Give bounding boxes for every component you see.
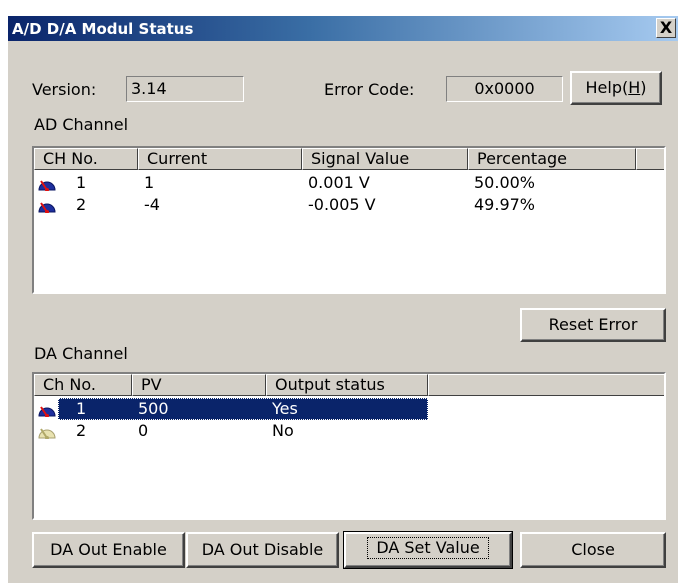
active-channel-icon xyxy=(38,180,56,191)
modul-status-dialog: A/D D/A Modul Status X Version: 3.14 Err… xyxy=(8,16,678,583)
ad-row-2-signal: -0.005 V xyxy=(308,195,376,214)
ad-col-ch-no[interactable]: CH No. xyxy=(34,148,138,170)
da-row-1-ch: 1 xyxy=(76,399,87,418)
da-row-2-pv: 0 xyxy=(138,421,149,440)
error-code-label: Error Code: xyxy=(324,80,415,99)
help-button[interactable]: Help(H) xyxy=(570,71,662,105)
da-row-1-pv: 500 xyxy=(138,399,169,418)
active-channel-icon xyxy=(38,406,56,417)
error-code-field: 0x0000 xyxy=(446,76,563,102)
ad-row-1[interactable]: 1 1 0.001 V 50.00% xyxy=(34,172,664,194)
da-set-value-button[interactable]: DA Set Value xyxy=(343,531,513,569)
help-prefix: Help( xyxy=(585,78,629,97)
ad-col-current[interactable]: Current xyxy=(138,148,302,170)
help-accel: H xyxy=(628,78,641,97)
reset-error-button[interactable]: Reset Error xyxy=(520,308,666,342)
da-out-disable-button[interactable]: DA Out Disable xyxy=(186,532,339,568)
da-channel-list[interactable]: Ch No. PV Output status 1 500 Yes 2 0 No xyxy=(32,372,666,520)
da-col-ch-no[interactable]: Ch No. xyxy=(34,374,132,396)
title-bar[interactable]: A/D D/A Modul Status X xyxy=(8,16,678,41)
da-row-1[interactable]: 1 500 Yes xyxy=(34,398,664,420)
da-list-header: Ch No. PV Output status xyxy=(34,374,664,396)
da-col-pv[interactable]: PV xyxy=(132,374,266,396)
ad-col-signal-value[interactable]: Signal Value xyxy=(302,148,468,170)
version-field: 3.14 xyxy=(126,76,244,102)
inactive-channel-icon xyxy=(38,428,56,439)
help-suffix: ) xyxy=(640,78,647,97)
ad-row-2-ch: 2 xyxy=(76,195,87,214)
da-out-enable-button[interactable]: DA Out Enable xyxy=(32,532,185,568)
da-row-2-status: No xyxy=(272,421,294,440)
da-col-extra[interactable] xyxy=(428,374,664,396)
ad-channel-label: AD Channel xyxy=(34,115,129,134)
da-set-value-label: DA Set Value xyxy=(367,537,489,559)
da-row-2[interactable]: 2 0 No xyxy=(34,420,664,442)
window-title: A/D D/A Modul Status xyxy=(12,20,194,38)
ad-col-percentage[interactable]: Percentage xyxy=(468,148,636,170)
da-row-2-ch: 2 xyxy=(76,421,87,440)
selection-highlight xyxy=(58,398,428,420)
ad-list-header: CH No. Current Signal Value Percentage xyxy=(34,148,664,170)
ad-row-2[interactable]: 2 -4 -0.005 V 49.97% xyxy=(34,194,664,216)
active-channel-icon xyxy=(38,202,56,213)
version-label: Version: xyxy=(32,80,97,99)
da-channel-label: DA Channel xyxy=(34,344,128,363)
ad-row-1-ch: 1 xyxy=(76,173,87,192)
close-icon[interactable]: X xyxy=(656,18,676,38)
da-col-output-status[interactable]: Output status xyxy=(266,374,428,396)
close-button[interactable]: Close xyxy=(520,532,666,568)
ad-row-1-percentage: 50.00% xyxy=(474,173,536,192)
ad-row-2-percentage: 49.97% xyxy=(474,195,536,214)
ad-row-1-current: 1 xyxy=(144,173,155,192)
da-row-1-status: Yes xyxy=(272,399,298,418)
ad-col-extra[interactable] xyxy=(636,148,664,170)
ad-channel-list[interactable]: CH No. Current Signal Value Percentage 1… xyxy=(32,146,666,294)
ad-row-1-signal: 0.001 V xyxy=(308,173,370,192)
ad-row-2-current: -4 xyxy=(144,195,160,214)
